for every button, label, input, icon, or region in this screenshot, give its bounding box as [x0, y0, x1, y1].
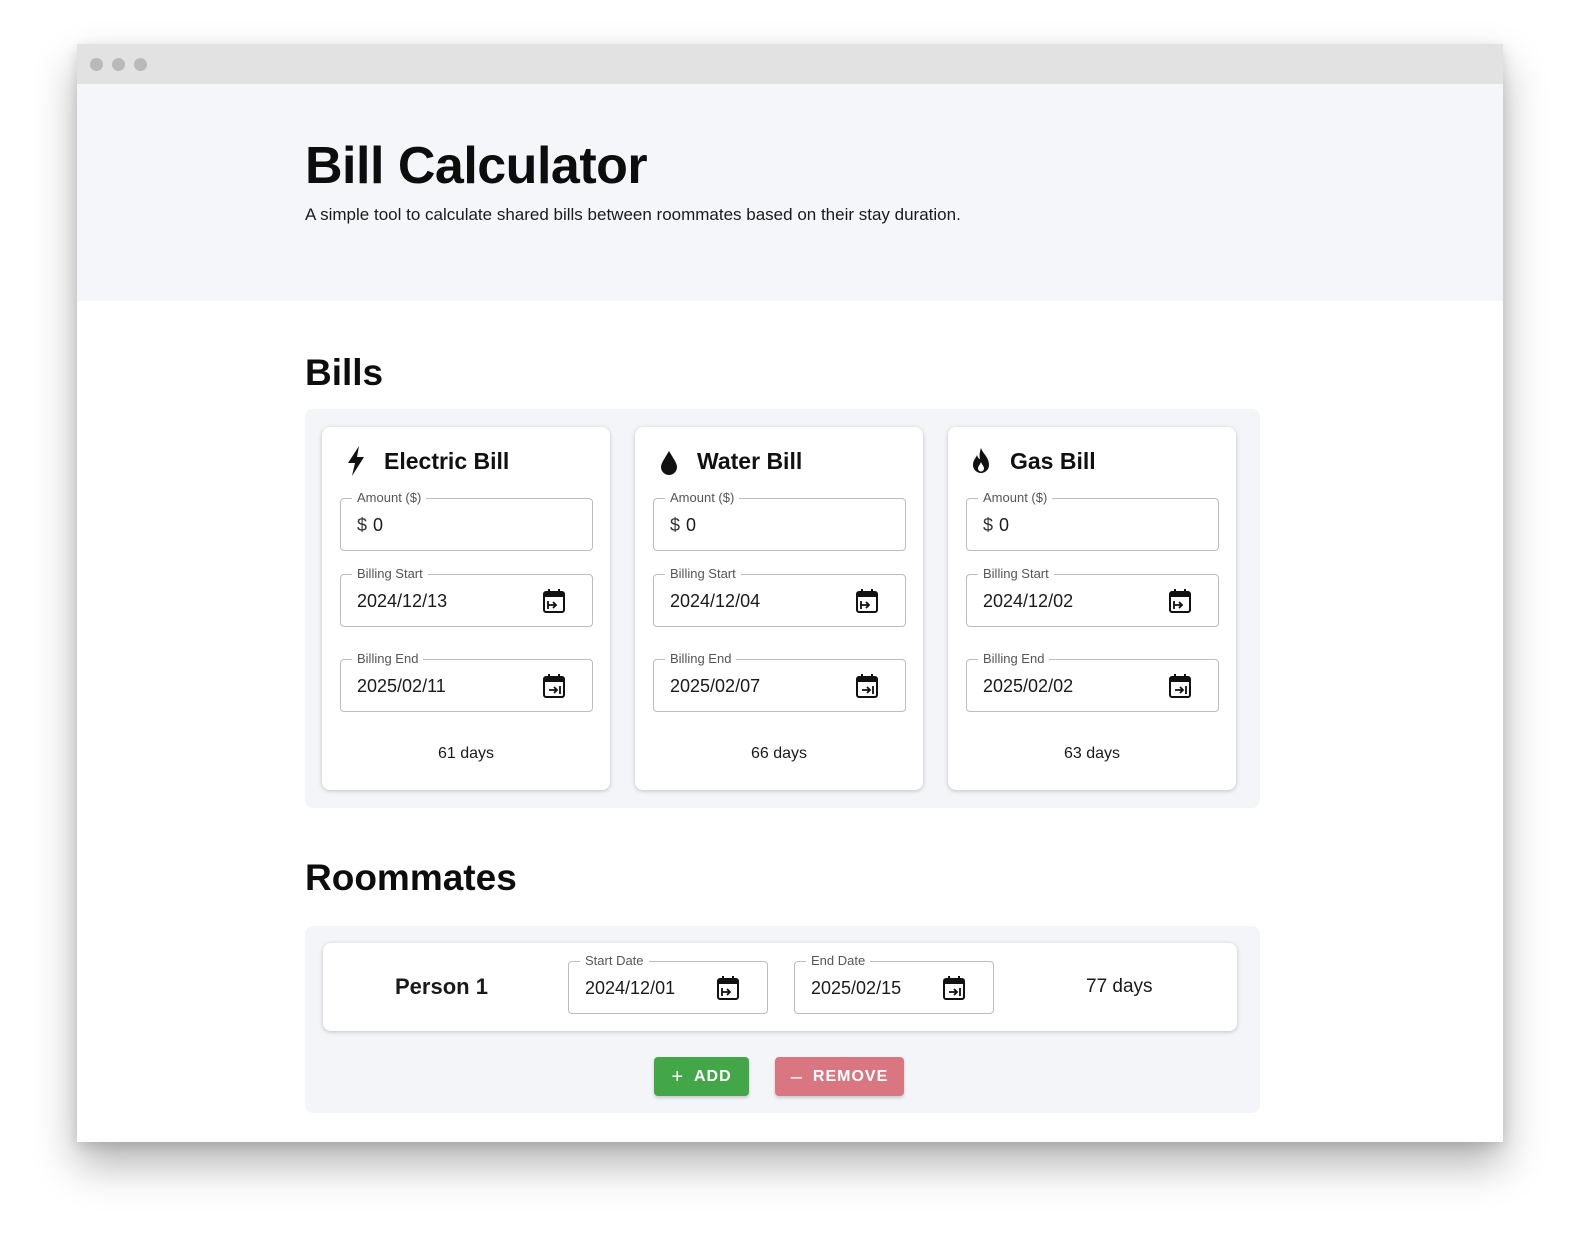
amount-label: Amount ($) [978, 490, 1053, 506]
calendar-start-icon[interactable] [716, 975, 740, 1001]
billing-start-field[interactable]: Billing Start 2024/12/02 [966, 566, 1219, 627]
remove-button-label: REMOVE [812, 1067, 889, 1085]
lightning-bolt-icon [348, 446, 364, 476]
bills-panel: Electric Bill Amount ($) $0 Billing Star… [305, 409, 1260, 808]
end-date-value[interactable]: 2025/02/15 [811, 977, 901, 999]
roommate-row: Person 1 Start Date 2024/12/01 End Date … [323, 943, 1237, 1031]
billing-end-field[interactable]: Billing End 2025/02/07 [653, 651, 906, 712]
amount-label: Amount ($) [665, 490, 740, 506]
end-date-label: End Date [806, 953, 871, 969]
billing-start-value[interactable]: 2024/12/13 [357, 590, 447, 612]
amount-input[interactable]: Amount ($) $0 [340, 490, 593, 551]
roommates-panel: Person 1 Start Date 2024/12/01 End Date … [305, 926, 1260, 1113]
currency-prefix: $ [670, 515, 681, 535]
bill-name: Electric Bill [384, 447, 510, 474]
remove-roommate-button[interactable]: – REMOVE [775, 1057, 904, 1096]
minus-icon: – [790, 1065, 803, 1088]
billing-end-value[interactable]: 2025/02/07 [670, 675, 760, 697]
billing-end-label: Billing End [665, 651, 737, 667]
add-roommate-button[interactable]: + ADD [654, 1057, 749, 1096]
bill-name: Water Bill [697, 447, 803, 474]
amount-label: Amount ($) [352, 490, 427, 506]
currency-prefix: $ [357, 515, 368, 535]
roommate-end-date-field[interactable]: End Date 2025/02/15 [794, 953, 994, 1014]
billing-end-value[interactable]: 2025/02/11 [357, 675, 446, 697]
bill-card-gas: Gas Bill Amount ($) $0 Billing Start 202… [948, 427, 1236, 790]
billing-start-label: Billing Start [978, 566, 1054, 582]
billing-end-value[interactable]: 2025/02/02 [983, 675, 1073, 697]
amount-input[interactable]: Amount ($) $0 [966, 490, 1219, 551]
amount-value[interactable]: 0 [686, 515, 696, 535]
page-header: Bill Calculator A simple tool to calcula… [77, 84, 1503, 301]
bill-card-header: Water Bill [655, 445, 802, 477]
roommates-section-title: Roommates [305, 857, 517, 898]
billing-start-label: Billing Start [352, 566, 428, 582]
bills-section-title: Bills [305, 352, 384, 393]
calendar-end-icon[interactable] [1168, 673, 1192, 699]
calendar-end-icon[interactable] [542, 673, 566, 699]
window-close-dot[interactable] [90, 57, 103, 71]
bill-days: 63 days [1063, 745, 1121, 762]
bill-card-header: Electric Bill [342, 445, 509, 477]
bill-card-header: Gas Bill [968, 445, 1096, 477]
billing-start-label: Billing Start [665, 566, 741, 582]
amount-value[interactable]: 0 [373, 515, 383, 535]
main-content: Bills Electric Bill Amount ($) $0 Billin… [77, 301, 1503, 1142]
window-titlebar [77, 44, 1503, 84]
calendar-end-icon[interactable] [942, 975, 966, 1001]
roommate-name: Person 1 [395, 974, 488, 999]
water-drop-icon [661, 451, 677, 475]
plus-icon: + [671, 1065, 684, 1088]
currency-prefix: $ [983, 515, 994, 535]
billing-end-field[interactable]: Billing End 2025/02/02 [966, 651, 1219, 712]
bill-name: Gas Bill [1010, 447, 1096, 474]
bill-days: 66 days [750, 745, 808, 762]
bill-card-water: Water Bill Amount ($) $0 Billing Start 2… [635, 427, 923, 790]
window-minimize-dot[interactable] [112, 57, 125, 71]
billing-end-field[interactable]: Billing End 2025/02/11 [340, 651, 593, 712]
bill-card-electric: Electric Bill Amount ($) $0 Billing Star… [322, 427, 610, 790]
amount-value[interactable]: 0 [999, 515, 1009, 535]
billing-start-field[interactable]: Billing Start 2024/12/13 [340, 566, 593, 627]
start-date-value[interactable]: 2024/12/01 [585, 977, 675, 999]
add-button-label: ADD [694, 1067, 732, 1085]
calendar-end-icon[interactable] [855, 673, 879, 699]
browser-window: Bill Calculator A simple tool to calcula… [77, 44, 1503, 1142]
window-maximize-dot[interactable] [134, 57, 147, 71]
billing-start-value[interactable]: 2024/12/04 [670, 590, 760, 612]
roommate-start-date-field[interactable]: Start Date 2024/12/01 [568, 953, 768, 1014]
billing-start-value[interactable]: 2024/12/02 [983, 590, 1073, 612]
calendar-start-icon[interactable] [855, 588, 879, 614]
start-date-label: Start Date [580, 953, 649, 969]
page-title: Bill Calculator [305, 137, 648, 195]
roommate-days: 77 days [1086, 976, 1153, 997]
calendar-start-icon[interactable] [1168, 588, 1192, 614]
bill-days: 61 days [437, 745, 495, 762]
amount-input[interactable]: Amount ($) $0 [653, 490, 906, 551]
billing-start-field[interactable]: Billing Start 2024/12/04 [653, 566, 906, 627]
flame-icon [973, 448, 989, 473]
page-subtitle: A simple tool to calculate shared bills … [305, 205, 961, 224]
billing-end-label: Billing End [352, 651, 424, 667]
calendar-start-icon[interactable] [542, 588, 566, 614]
billing-end-label: Billing End [978, 651, 1050, 667]
